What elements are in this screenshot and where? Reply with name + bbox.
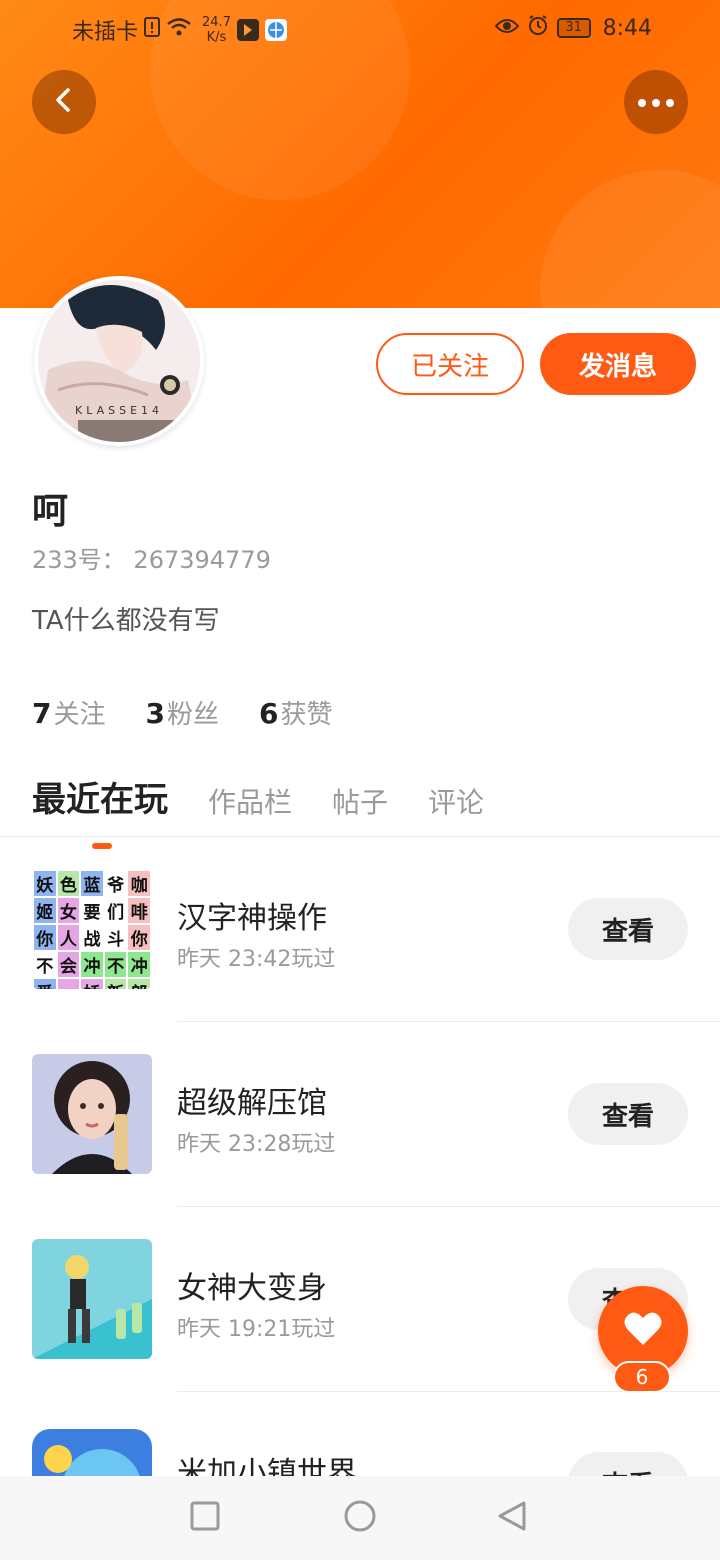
list-item[interactable]: 妖色蓝爷咖姬女要们啡你人战斗你不会冲不冲爱娇新郎 汉字神操作 昨天 23:42玩… [0,837,720,1022]
more-dots-icon [636,93,676,112]
stat-fans[interactable]: 3粉丝 [146,694,220,731]
grid-cell: 要 [81,898,103,923]
following-button[interactable]: 已关注 [376,333,524,395]
played-time: 昨天 19:21玩过 [177,1317,336,1342]
more-options-button[interactable] [624,70,688,134]
game-thumbnail [32,1054,152,1174]
square-icon [189,1500,221,1536]
game-title: 女神大变身 [177,1271,327,1306]
grid-cell: 啡 [128,898,150,923]
stat-likes[interactable]: 6获赞 [259,694,333,731]
grid-cell: 会 [57,952,80,977]
browser-notification-icon [264,19,287,41]
played-time: 昨天 23:28玩过 [177,1132,336,1157]
game-title: 汉字神操作 [177,901,327,936]
game-thumbnail: 妖色蓝爷咖姬女要们啡你人战斗你不会冲不冲爱娇新郎 [32,869,152,989]
send-message-button[interactable]: 发消息 [540,333,696,395]
status-bar: 未插卡 24.7 K/s 31 8:44 [0,0,720,56]
stat-following[interactable]: 7关注 [32,694,106,731]
user-name: 呵 [32,491,69,532]
grid-cell: 爱 [34,979,56,989]
recent-apps-button[interactable] [187,1500,223,1536]
grid-cell: 姬 [34,898,56,923]
grid-cell: 郎 [128,979,150,989]
grid-cell: 不 [34,952,56,977]
speed-unit: K/s [206,30,227,45]
avatar[interactable]: KLASSE14 [34,276,204,446]
chevron-left-icon [50,86,78,118]
grid-cell: 蓝 [81,871,103,896]
stat-number: 7 [32,697,52,730]
app-notification-icon [236,19,259,41]
grid-cell: 娇 [81,979,103,989]
network-speed: 24.7 K/s [202,15,231,45]
eye-icon [494,16,519,41]
stat-label: 粉丝 [166,700,219,730]
banner-decoration [540,170,720,308]
grid-cell [57,979,80,989]
back-button[interactable] [32,70,96,134]
triangle-back-icon [496,1500,528,1536]
speed-value: 24.7 [202,15,231,30]
grid-cell: 你 [128,925,150,950]
stat-number: 3 [145,697,165,730]
stat-label: 关注 [53,700,106,730]
tab-works[interactable]: 作品栏 [208,781,292,821]
grid-cell: 新 [104,979,127,989]
user-id: 233号： 267394779 [32,546,271,574]
game-thumbnail [32,1239,152,1359]
profile-stats: 7关注 3粉丝 6获赞 [32,694,333,731]
battery-indicator: 31 [556,18,591,38]
list-item[interactable]: 超级解压馆 昨天 23:28玩过 查看 [0,1022,720,1207]
circle-icon [343,1499,377,1537]
carrier-label: 未插卡 [72,20,139,45]
clock-time: 8:44 [602,15,652,41]
wifi-icon [166,17,192,43]
like-count-badge: 6 [613,1361,671,1393]
back-nav-button[interactable] [494,1500,530,1536]
grid-cell: 们 [104,898,127,923]
home-button[interactable] [342,1500,378,1536]
system-nav-bar [0,1476,720,1560]
grid-cell: 咖 [128,871,150,896]
stat-label: 获赞 [280,700,333,730]
game-title: 超级解压馆 [177,1086,327,1121]
grid-cell: 你 [34,925,56,950]
profile-tabs: 最近在玩 作品栏 帖子 评论 [32,772,524,849]
sim-alert-icon [144,17,161,43]
grid-cell: 不 [104,952,127,977]
grid-cell: 人 [57,925,80,950]
stat-number: 6 [259,697,279,730]
grid-cell: 战 [81,925,103,950]
tab-comments[interactable]: 评论 [428,781,484,821]
grid-cell: 爷 [104,871,127,896]
view-button[interactable]: 查看 [568,1083,688,1145]
avatar-image: KLASSE14 [38,280,200,442]
tab-recently-played[interactable]: 最近在玩 [32,772,168,849]
grid-cell: 女 [57,898,80,923]
grid-cell: 冲 [81,952,103,977]
view-button[interactable]: 查看 [568,898,688,960]
tab-posts[interactable]: 帖子 [332,781,388,821]
user-bio: TA什么都没有写 [32,606,220,636]
played-time: 昨天 23:42玩过 [177,947,336,972]
grid-cell: 妖 [34,871,56,896]
grid-cell: 色 [57,871,80,896]
alarm-icon [527,14,549,42]
grid-cell: 冲 [128,952,150,977]
grid-cell: 斗 [104,925,127,950]
heart-icon [623,1311,663,1351]
avatar-caption: KLASSE14 [75,404,163,417]
